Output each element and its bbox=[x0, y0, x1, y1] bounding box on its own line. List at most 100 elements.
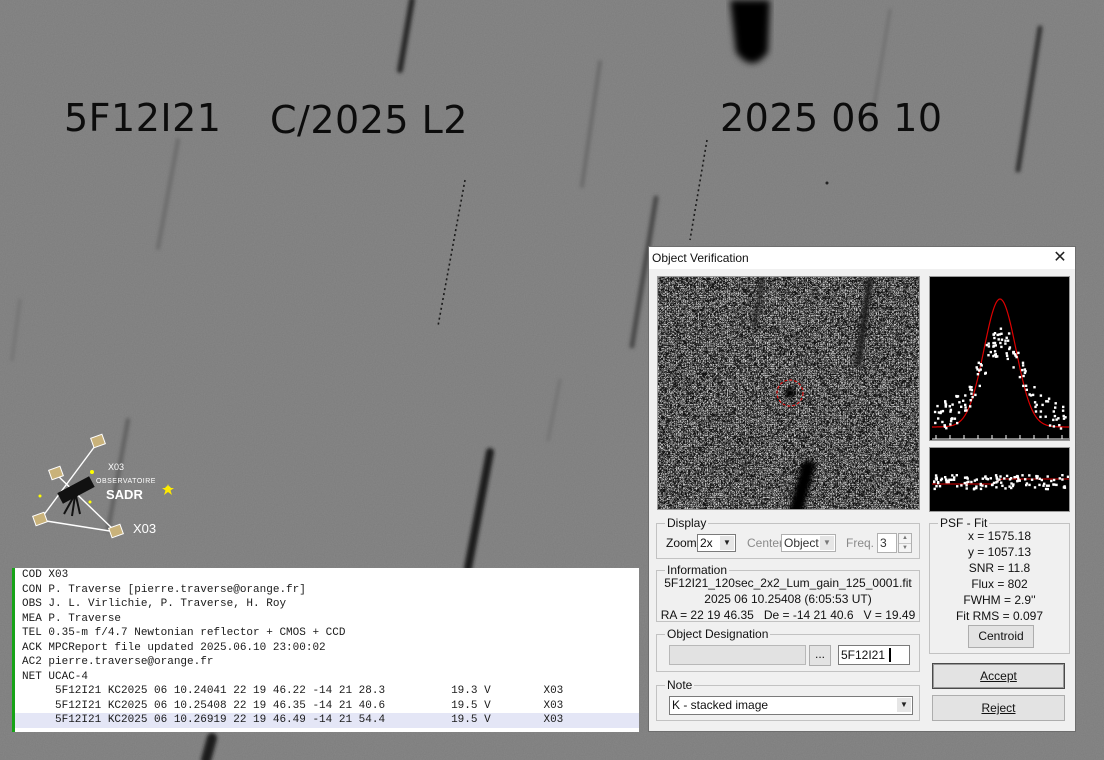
residual-sample-point bbox=[1004, 487, 1007, 490]
psf-fit-group: PSF - Fit x = 1575.18 y = 1057.13 SNR = … bbox=[929, 516, 1070, 654]
residual-sample-point bbox=[1066, 475, 1069, 478]
report-line: OBS J. L. Virlichie, P. Traverse, H. Roy bbox=[22, 598, 287, 610]
residual-sample-point bbox=[944, 476, 947, 479]
residual-sample-point bbox=[965, 484, 968, 487]
freq-input[interactable]: 3 bbox=[877, 533, 897, 553]
psf-sample-point bbox=[1052, 425, 1056, 428]
residual-sample-point bbox=[1050, 479, 1053, 483]
psf-sample-point bbox=[964, 394, 967, 397]
report-line: ACK MPCReport file updated 2025.06.10 23… bbox=[22, 641, 326, 654]
observatory-logo: X03 OBSERVATOIRE SADR X03 bbox=[20, 430, 190, 550]
residual-sample-point bbox=[979, 487, 983, 491]
accept-button[interactable]: Accept bbox=[932, 663, 1065, 689]
zoom-image-panel[interactable] bbox=[657, 276, 920, 510]
zoom-select[interactable]: 2x ▼ bbox=[697, 534, 736, 552]
residual-sample-point bbox=[1008, 478, 1012, 481]
psf-sample-point bbox=[949, 423, 952, 426]
residual-sample-point bbox=[995, 486, 998, 489]
psf-sample-point bbox=[1004, 339, 1007, 342]
psf-sample-point bbox=[937, 411, 941, 414]
logo-line2: SADR bbox=[106, 487, 143, 502]
psf-sample-point bbox=[933, 410, 937, 414]
freq-spinner[interactable]: ▲ ▼ bbox=[898, 533, 912, 553]
psf-sample-point bbox=[993, 350, 997, 353]
residual-sample-point bbox=[1038, 477, 1041, 480]
residual-sample-point bbox=[935, 476, 938, 479]
freq-input-value: 3 bbox=[880, 536, 887, 550]
designation-lookup-field bbox=[669, 645, 806, 665]
psf-sample-point bbox=[1048, 424, 1052, 427]
report-line: COD X03 bbox=[22, 569, 69, 581]
browse-button[interactable]: ... bbox=[809, 645, 831, 666]
psf-sample-point bbox=[1008, 347, 1011, 351]
psf-sample-point bbox=[970, 392, 973, 395]
residual-sample-point bbox=[992, 481, 996, 485]
reject-button[interactable]: Reject bbox=[932, 695, 1065, 721]
psf-sample-point bbox=[1024, 370, 1027, 373]
psf-sample-point bbox=[1000, 338, 1004, 341]
psf-y: y = 1057.13 bbox=[967, 545, 1032, 559]
residual-sample-point bbox=[951, 474, 954, 477]
residual-sample-point bbox=[1030, 478, 1034, 481]
residual-sample-point bbox=[1000, 481, 1003, 484]
psf-sample-point bbox=[992, 345, 995, 348]
psf-residual-plot bbox=[929, 447, 1070, 512]
residual-sample-point bbox=[1058, 477, 1061, 480]
residual-sample-point bbox=[1035, 476, 1038, 480]
psf-profile-plot bbox=[929, 276, 1070, 441]
psf-sample-point bbox=[949, 408, 953, 412]
psf-sample-point bbox=[943, 424, 946, 427]
residual-sample-point bbox=[1011, 484, 1015, 488]
psf-sample-point bbox=[974, 393, 977, 397]
report-line: NET UCAC-4 bbox=[22, 670, 89, 683]
mpc-report-editor[interactable]: COD X03 CON P. Traverse [pierre.traverse… bbox=[12, 568, 639, 732]
psf-sample-point bbox=[964, 403, 967, 407]
psf-sample-point bbox=[993, 336, 996, 340]
center-select-value: Object bbox=[784, 536, 819, 550]
residual-sample-point bbox=[989, 477, 992, 480]
psf-sample-point bbox=[969, 399, 972, 402]
psf-sample-point bbox=[989, 350, 992, 354]
psf-sample-point bbox=[1018, 375, 1022, 379]
note-select[interactable]: K - stacked image ▼ bbox=[669, 696, 913, 715]
residual-sample-point bbox=[984, 485, 988, 488]
centroid-button[interactable]: Centroid bbox=[968, 625, 1034, 648]
psf-fit-group-label: PSF - Fit bbox=[938, 516, 990, 530]
star-trail bbox=[201, 733, 217, 760]
residual-sample-point bbox=[1061, 478, 1064, 481]
psf-sample-point bbox=[1021, 368, 1024, 372]
residual-sample-point bbox=[1028, 474, 1031, 477]
psf-sample-point bbox=[1062, 417, 1066, 420]
chevron-down-icon: ▼ bbox=[897, 698, 911, 712]
zoom-select-value: 2x bbox=[700, 536, 713, 550]
residual-sample-point bbox=[950, 478, 953, 481]
residual-sample-point bbox=[933, 487, 936, 491]
residual-sample-point bbox=[940, 477, 944, 480]
residual-sample-point bbox=[1018, 479, 1021, 482]
information-group: Information 5F12I21_120sec_2x2_Lum_gain_… bbox=[656, 563, 920, 622]
information-group-label: Information bbox=[665, 563, 730, 577]
center-label: Center bbox=[747, 536, 784, 550]
center-select[interactable]: Object ▼ bbox=[781, 534, 836, 552]
residual-sample-point bbox=[1005, 474, 1009, 478]
info-datetime: 2025 06 10.25408 (6:05:53 UT) bbox=[704, 592, 872, 606]
psf-sample-point bbox=[1005, 336, 1008, 339]
psf-sample-point bbox=[1039, 415, 1042, 419]
psf-sample-point bbox=[936, 404, 939, 408]
spin-up-icon[interactable]: ▲ bbox=[899, 534, 911, 544]
psf-sample-point bbox=[978, 369, 981, 372]
spin-down-icon[interactable]: ▼ bbox=[899, 544, 911, 553]
designation-input[interactable]: 5F12I21 bbox=[838, 645, 910, 665]
info-filename: 5F12I21_120sec_2x2_Lum_gain_125_0001.fit bbox=[664, 576, 912, 590]
report-observation-line: 5F12I21 KC2025 06 10.25408 22 19 46.35 -… bbox=[22, 699, 564, 712]
psf-flux: Flux = 802 bbox=[971, 577, 1028, 591]
residual-sample-point bbox=[935, 485, 938, 488]
dialog-titlebar[interactable]: Object Verification ✕ bbox=[649, 247, 1075, 269]
chevron-down-icon: ▼ bbox=[820, 536, 834, 550]
psf-sample-point bbox=[1062, 414, 1065, 418]
residual-sample-point bbox=[972, 488, 976, 491]
logo-line1: OBSERVATOIRE bbox=[96, 478, 156, 485]
close-button[interactable]: ✕ bbox=[1047, 247, 1073, 269]
psf-sample-point bbox=[950, 417, 954, 420]
designation-input-value: 5F12I21 bbox=[841, 648, 886, 662]
